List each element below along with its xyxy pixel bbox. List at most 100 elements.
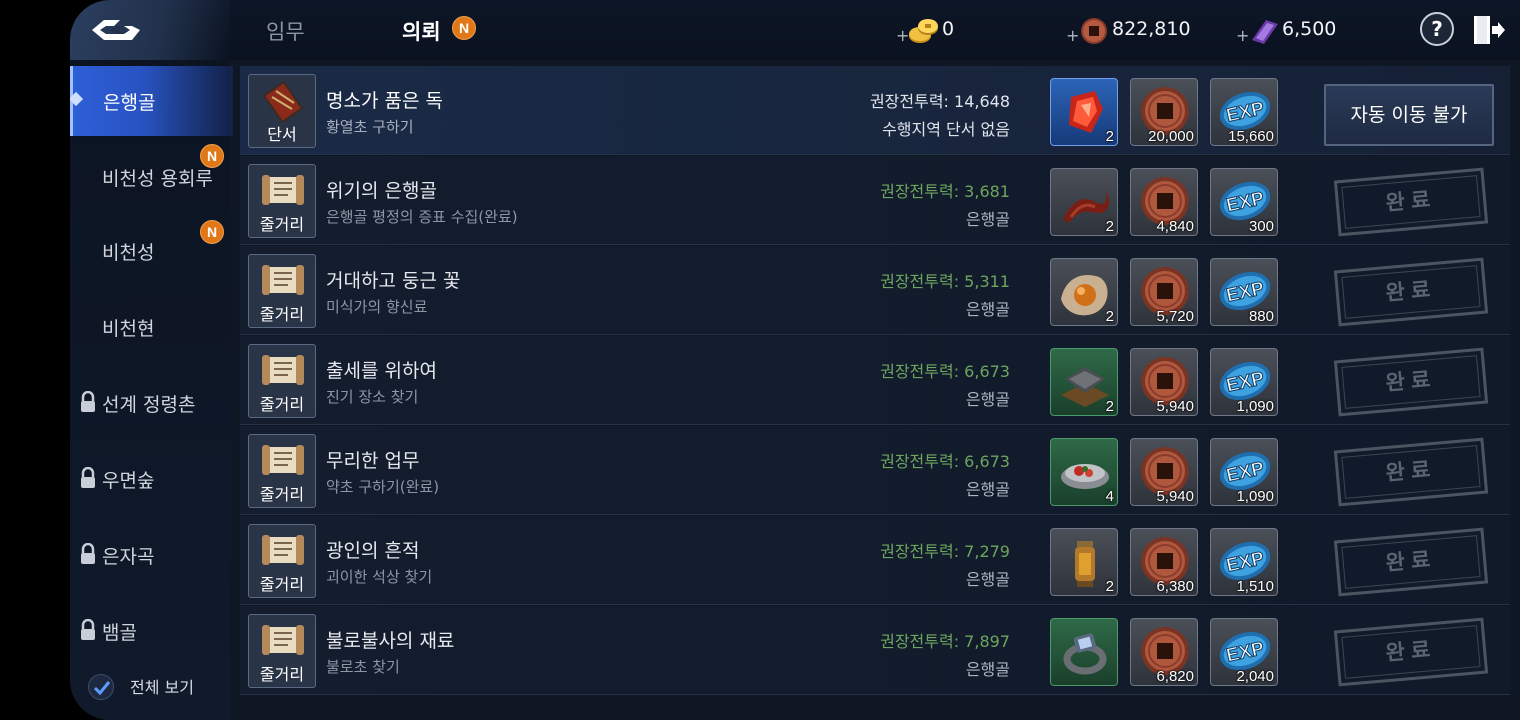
gold-coins-icon — [909, 19, 938, 43]
quest-row[interactable]: 줄거리 광인의 흔적 괴이한 석상 찾기 권장전투력: 7,279 은행골 2 … — [240, 516, 1510, 605]
quest-row[interactable]: 줄거리 위기의 은행골 은행골 평정의 증표 수집(완료) 권장전투력: 3,6… — [240, 156, 1510, 245]
reward-exp[interactable]: EXP 2,040 — [1210, 618, 1278, 686]
reward-coin[interactable]: 5,720 — [1130, 258, 1198, 326]
reward-exp-qty: 15,660 — [1228, 128, 1274, 145]
recommended-power: 권장전투력: 14,648 — [869, 92, 1010, 111]
auto-move-button[interactable]: 자동 이동 불가 — [1324, 84, 1494, 146]
recommended-power: 권장전투력: 5,311 — [880, 272, 1010, 291]
quest-row[interactable]: 단서 명소가 품은 독 황열초 구하기 권장전투력: 14,648 수행지역 단… — [240, 66, 1510, 155]
quest-type-label: 줄거리 — [259, 395, 305, 414]
quest-location: 은행골 — [965, 390, 1010, 409]
reward-coin-qty: 6,380 — [1156, 578, 1194, 595]
scroll-icon — [262, 535, 304, 565]
quest-row[interactable]: 줄거리 무리한 업무 약초 구하기(완료) 권장전투력: 6,673 은행골 4… — [240, 426, 1510, 515]
quest-title: 거대하고 둥근 꽃 — [326, 270, 461, 292]
quest-type-badge: 줄거리 — [248, 524, 316, 598]
quest-subtitle: 불로초 찾기 — [326, 658, 400, 676]
sidebar-item-label: 비천성 — [102, 242, 155, 264]
sidebar-item-eunjagok[interactable]: 은자곡 — [70, 520, 230, 590]
reward-coin[interactable]: 5,940 — [1130, 438, 1198, 506]
reward-exp-qty: 2,040 — [1236, 668, 1274, 685]
reward-coin-qty: 4,840 — [1156, 218, 1194, 235]
back-button[interactable] — [70, 0, 230, 60]
reward-coin[interactable]: 6,820 — [1130, 618, 1198, 686]
reward-exp[interactable]: EXP 880 — [1210, 258, 1278, 326]
reward-coin-qty: 5,720 — [1156, 308, 1194, 325]
quest-subtitle: 미식가의 향신료 — [326, 298, 428, 316]
sidebar-item-eunhaenggol[interactable]: 은행골 — [70, 66, 233, 136]
reward-item[interactable]: 2 — [1050, 78, 1118, 146]
scroll-icon — [262, 355, 304, 385]
recommended-power: 권장전투력: 7,279 — [880, 542, 1010, 561]
quest-type-badge: 단서 — [248, 74, 316, 148]
sidebar-item-label: 비천성 용회루 — [102, 168, 213, 190]
tab-request[interactable]: 의뢰 — [402, 16, 441, 46]
reward-coin[interactable]: 5,940 — [1130, 348, 1198, 416]
sidebar-item-bicheonhyeon[interactable]: 비천현 — [70, 292, 230, 362]
checkmark-icon — [93, 681, 111, 696]
reward-item[interactable]: 2 — [1050, 348, 1118, 416]
reward-item-qty: 2 — [1105, 308, 1114, 325]
quest-window: 임무 의뢰 N + 0 + 822,810 + 6,500 ? 은행골 비천성 … — [70, 0, 1520, 720]
reward-coin[interactable]: 20,000 — [1130, 78, 1198, 146]
quest-title: 명소가 품은 독 — [326, 90, 443, 112]
quest-type-badge: 줄거리 — [248, 164, 316, 238]
reward-exp[interactable]: EXP 1,090 — [1210, 348, 1278, 416]
back-arrow-icon — [92, 20, 140, 40]
reward-exp[interactable]: EXP 300 — [1210, 168, 1278, 236]
gold-amount: 0 — [942, 18, 955, 40]
view-all-label: 전체 보기 — [130, 678, 194, 697]
reward-coin[interactable]: 6,380 — [1130, 528, 1198, 596]
completed-stamp: 완료 — [1333, 617, 1489, 687]
recommended-power: 권장전투력: 6,673 — [880, 452, 1010, 471]
scroll-icon — [262, 445, 304, 475]
sidebar-item-label: 뱀골 — [102, 622, 137, 644]
new-badge: N — [452, 16, 476, 40]
help-button[interactable]: ? — [1420, 12, 1454, 46]
quest-location: 은행골 — [965, 300, 1010, 319]
completed-stamp: 완료 — [1333, 257, 1489, 327]
reward-coin[interactable]: 4,840 — [1130, 168, 1198, 236]
quest-type-label: 줄거리 — [259, 665, 305, 684]
selection-pointer-icon — [70, 91, 84, 107]
reward-item[interactable] — [1050, 618, 1118, 686]
quest-location: 은행골 — [965, 660, 1010, 679]
sidebar-item-umyeonsup[interactable]: 우면숲 — [70, 444, 230, 514]
reward-item[interactable]: 2 — [1050, 528, 1118, 596]
reward-item[interactable]: 2 — [1050, 258, 1118, 326]
reward-coin-qty: 5,940 — [1156, 488, 1194, 505]
quest-type-label: 단서 — [267, 125, 297, 144]
quest-row[interactable]: 줄거리 거대하고 둥근 꽃 미식가의 향신료 권장전투력: 5,311 은행골 … — [240, 246, 1510, 335]
reward-item[interactable]: 2 — [1050, 168, 1118, 236]
new-badge: N — [200, 220, 224, 244]
quest-title: 출세를 위하여 — [326, 360, 437, 382]
reward-exp-qty: 880 — [1248, 308, 1274, 325]
reward-exp-qty: 1,510 — [1236, 578, 1274, 595]
clue-scroll-icon — [262, 80, 304, 124]
checkbox[interactable] — [88, 674, 114, 700]
sidebar-item-label: 은행골 — [103, 92, 156, 114]
quest-type-label: 줄거리 — [259, 575, 305, 594]
exit-icon[interactable] — [1472, 12, 1506, 48]
ring-icon — [1063, 633, 1107, 675]
quest-type-badge: 줄거리 — [248, 434, 316, 508]
reward-item[interactable]: 4 — [1050, 438, 1118, 506]
quest-row[interactable]: 줄거리 출세를 위하여 진기 장소 찾기 권장전투력: 6,673 은행골 2 … — [240, 336, 1510, 425]
reward-exp[interactable]: EXP 1,510 — [1210, 528, 1278, 596]
reward-item-qty: 2 — [1105, 398, 1114, 415]
quest-title: 광인의 흔적 — [326, 540, 420, 562]
lock-icon — [81, 391, 95, 412]
lock-icon — [81, 619, 95, 640]
reward-exp[interactable]: EXP 15,660 — [1210, 78, 1278, 146]
sidebar-item-seongye-jeongryeongchon[interactable]: 선계 정령촌 — [70, 368, 230, 438]
quest-row[interactable]: 줄거리 불로불사의 재료 불로초 찾기 권장전투력: 7,897 은행골 6,8… — [240, 606, 1510, 695]
quest-subtitle: 진기 장소 찾기 — [326, 388, 419, 406]
tab-mission[interactable]: 임무 — [266, 16, 305, 46]
recommended-power: 권장전투력: 6,673 — [880, 362, 1010, 381]
sidebar-item-baemgol[interactable]: 뱀골 — [70, 596, 230, 666]
lock-icon — [81, 543, 95, 564]
quest-type-badge: 줄거리 — [248, 254, 316, 328]
quest-subtitle: 황열초 구하기 — [326, 118, 414, 136]
reward-exp[interactable]: EXP 1,090 — [1210, 438, 1278, 506]
quest-title: 무리한 업무 — [326, 450, 420, 472]
